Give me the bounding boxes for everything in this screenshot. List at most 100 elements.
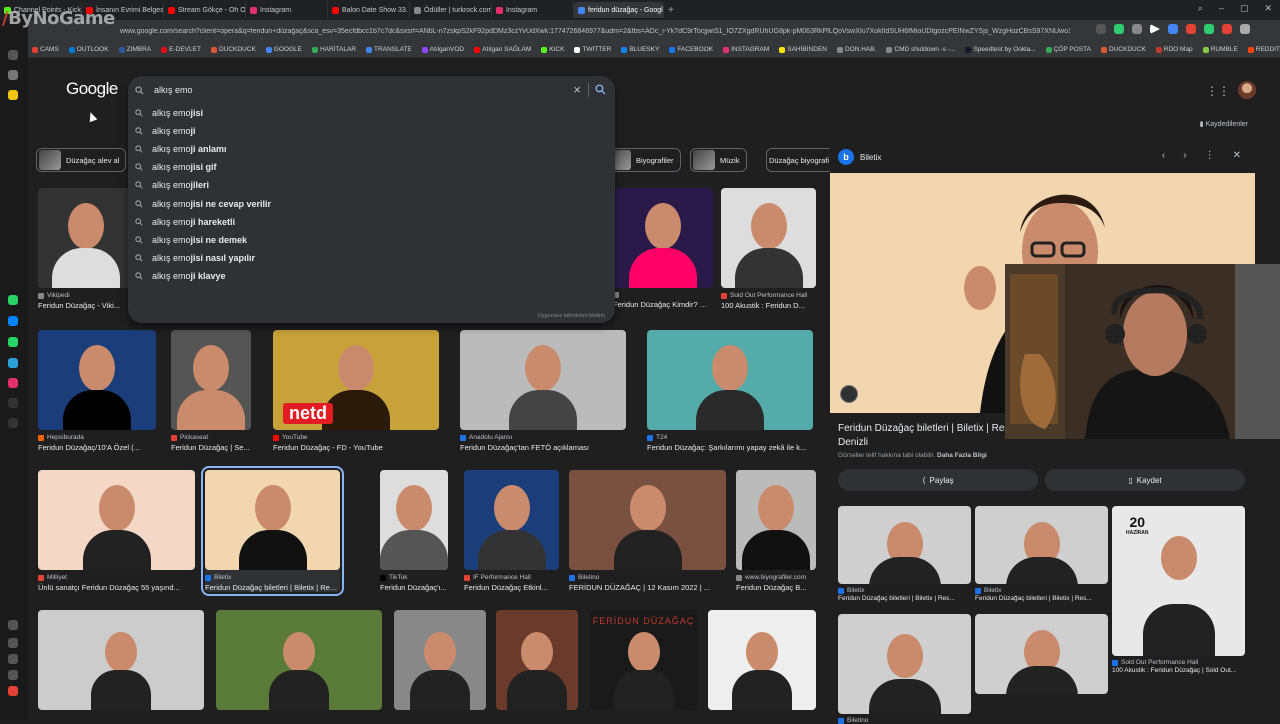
image-result[interactable]: Hepsiburada Feridun Düzağaç/10'A Özel (..… — [38, 330, 156, 452]
image-result[interactable]: Sold Out Performance Hall 100 Akustik : F… — [721, 188, 816, 310]
bookmark-item[interactable]: RUMBLE — [1202, 46, 1238, 53]
related-image[interactable]: 20 HAZİRAN Sold Out Performance Hall 100 Ak… — [1112, 506, 1245, 674]
image-result[interactable] — [496, 610, 578, 710]
search-submit-icon[interactable] — [595, 84, 606, 95]
bookmark-item[interactable]: TRANSLATE — [365, 46, 412, 53]
close-window-icon[interactable]: ✕ — [1264, 3, 1272, 14]
result-title[interactable]: Feridun Düzağaç: Şarkılarımı yapay zekâ … — [647, 443, 813, 452]
sidebar-record-icon[interactable] — [8, 686, 18, 696]
next-icon[interactable]: › — [1183, 150, 1186, 161]
extension-icon[interactable] — [1132, 24, 1142, 34]
result-title[interactable]: Ünlü sanatçı Feridun Düzağaç 55 yaşınd..… — [38, 583, 195, 592]
sidebar-settings-icon[interactable] — [8, 620, 18, 630]
suggestion-item[interactable]: alkış emo jisi gif — [128, 158, 615, 176]
tab[interactable]: Instagram — [246, 2, 328, 18]
image-result[interactable]: Biletino FERİDUN DÜZAĞAÇ | 12 Kasım 2022 … — [569, 470, 726, 592]
bookmark-item[interactable]: RDO Map — [1155, 46, 1193, 53]
image-result[interactable]: Milliyet Ünlü sanatçı Feridun Düzağaç 55 … — [38, 470, 195, 592]
bookmark-item[interactable]: Speedtest by Ookla... — [965, 46, 1036, 53]
suggestion-item[interactable]: alkış emo jisi ne cevap verilir — [128, 194, 615, 212]
sidebar-app-icon[interactable] — [8, 50, 18, 60]
result-image[interactable]: netd — [273, 330, 439, 430]
related-title[interactable]: Feridun Düzağaç biletleri | Biletix | Re… — [838, 595, 971, 602]
bookmark-item[interactable]: DON.HAB. — [836, 46, 876, 53]
bookmark-item[interactable]: ÇÖP POSTA — [1045, 46, 1091, 53]
report-predictions-link[interactable]: Uygunsuz tahminleri bildirin — [538, 313, 605, 319]
result-image[interactable] — [460, 330, 626, 430]
result-title[interactable]: Feridun Düzağaç biletleri | Biletix | Re… — [205, 583, 340, 592]
result-title[interactable]: Feridun Düzağaç Kimdir? Müzik Kariyeri..… — [613, 300, 713, 309]
more-info-link[interactable]: Daha Fazla Bilgi — [937, 452, 987, 459]
avatar[interactable] — [1238, 81, 1256, 99]
result-title[interactable]: Feridun Düzağaç'tan FETÖ açıklaması — [460, 443, 626, 452]
tab[interactable]: Instagram — [492, 2, 574, 18]
bookmark-item[interactable]: CAMS — [32, 46, 59, 53]
image-result[interactable]: www.biyografiler.com Feridun Düzağaç B... — [736, 470, 816, 592]
image-result[interactable] — [394, 610, 486, 710]
result-image[interactable] — [38, 470, 195, 570]
suggestion-item[interactable]: alkış emo ji hareketli — [128, 213, 615, 231]
result-image[interactable] — [38, 610, 204, 710]
google-apps-icon[interactable]: ⋮⋮ — [1206, 84, 1230, 98]
bookmark-item[interactable]: AtılganVOD — [421, 46, 464, 53]
whatsapp-icon[interactable] — [8, 337, 18, 347]
result-image[interactable] — [464, 470, 559, 570]
result-image[interactable] — [394, 610, 486, 710]
related-image[interactable]: Biletix Feridun Düzağaç biletleri | Bilet… — [975, 506, 1108, 602]
result-image[interactable] — [380, 470, 448, 570]
suggestion-item[interactable]: alkış emo ji — [128, 122, 615, 140]
messenger-icon[interactable] — [8, 316, 18, 326]
image-result[interactable] — [216, 610, 382, 710]
image-result[interactable]: Pickaseat Feridun Düzağaç | Se... — [171, 330, 251, 452]
related-image[interactable]: Biletix Feridun Düzağaç biletleri | Bilet… — [838, 506, 971, 602]
clear-search-icon[interactable]: × — [573, 82, 581, 97]
result-title[interactable]: Feridun Düzağaç - Viki... — [38, 301, 133, 310]
result-image[interactable]: FERİDUN DÜZAĞAÇ — [590, 610, 697, 710]
bookmark-item[interactable]: OUTLOOK — [68, 46, 109, 53]
result-image[interactable] — [496, 610, 578, 710]
result-image[interactable] — [721, 188, 816, 288]
related-title[interactable]: 100 Akustik : Feridun Düzağaç | Sold Out… — [1112, 667, 1245, 674]
bookmark-item[interactable]: HARİTALAR — [311, 46, 356, 53]
result-image[interactable] — [569, 470, 726, 570]
result-image[interactable] — [38, 330, 156, 430]
share-button[interactable]: ⟨ Paylaş — [838, 469, 1038, 491]
bookmark-item[interactable]: INSTAGRAM — [723, 46, 769, 53]
save-button[interactable]: ▯ Kaydet — [1045, 469, 1245, 491]
result-image[interactable] — [613, 188, 713, 288]
image-result[interactable]: Biletix Feridun Düzağaç biletleri | Bilet… — [201, 466, 344, 596]
filter-chip[interactable]: Düzağaç alev al — [36, 148, 127, 172]
bookmark-item[interactable]: DUCKDUCK — [210, 46, 256, 53]
bookmark-item[interactable]: DUCKDUCK — [1100, 46, 1146, 53]
related-thumbnail[interactable] — [975, 614, 1108, 694]
bookmark-item[interactable]: KICK — [541, 46, 564, 53]
bookmark-item[interactable]: SAHİBİNDEN — [779, 46, 827, 53]
maximize-icon[interactable]: ▢ — [1240, 3, 1249, 14]
image-result[interactable]: Feridun Düzağaç Kimdir? Müzik Kariyeri..… — [613, 188, 713, 309]
image-result[interactable]: Vikipedi Feridun Düzağaç - Viki... — [38, 188, 133, 310]
image-result[interactable]: netd YouTube Feridun Düzağaç - FD - YouTub… — [273, 330, 439, 452]
address-bar[interactable]: www.google.com/search?client=opera&q=fer… — [0, 20, 1280, 42]
bookmark-item[interactable]: REDDIT — [1247, 46, 1280, 53]
tab[interactable]: Balon Date Show 33. Bölü — [328, 2, 410, 18]
suggestion-item[interactable]: alkış emo ji klavye — [128, 267, 615, 285]
result-title[interactable]: Feridun Düzağaç'ı... — [380, 583, 448, 592]
extension-icon[interactable] — [1096, 24, 1106, 34]
new-tab-icon[interactable]: + — [668, 5, 674, 16]
tab[interactable]: feridun düzağaç - Google — [574, 2, 664, 18]
sidebar-app-icon[interactable] — [8, 70, 18, 80]
sidebar-clock-icon[interactable] — [8, 654, 18, 664]
result-image[interactable] — [736, 470, 816, 570]
image-result[interactable]: Anadolu Ajansı Feridun Düzağaç'tan FETÖ a… — [460, 330, 626, 452]
search-input[interactable] — [154, 85, 534, 95]
result-title[interactable]: Feridun Düzağaç Etkinl... — [464, 583, 559, 592]
related-image[interactable] — [975, 614, 1108, 694]
related-thumbnail[interactable] — [975, 506, 1108, 584]
result-title[interactable]: Feridun Düzağaç B... — [736, 583, 816, 592]
x-icon[interactable] — [8, 418, 18, 428]
extension-icon[interactable] — [1204, 24, 1214, 34]
suggestion-item[interactable]: alkış emo jileri — [128, 176, 615, 194]
search-tabs-icon[interactable]: ⌕ — [1198, 3, 1203, 14]
related-thumbnail[interactable]: 20 HAZİRAN — [1112, 506, 1245, 656]
tab[interactable]: Stream Gökçe - Oh Olsun — [164, 2, 246, 18]
